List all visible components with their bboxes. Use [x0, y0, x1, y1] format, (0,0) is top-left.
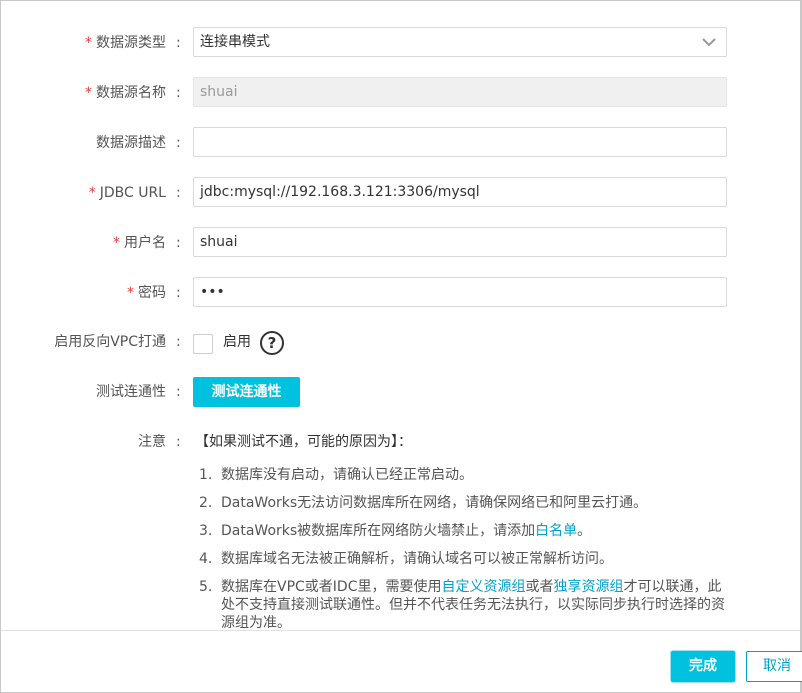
form-row-datasource-type: * 数据源类型 : 连接串模式	[0, 27, 802, 59]
note-item: 3. DataWorks被数据库所在网络防火墙禁止，请添加白名单。	[199, 523, 592, 539]
datasource-desc-input[interactable]	[193, 127, 727, 157]
password-label: * 密码	[127, 285, 166, 301]
required-mark: *	[127, 285, 134, 301]
colon: :	[176, 334, 181, 350]
form-row-datasource-name: * 数据源名称 : shuai	[0, 77, 802, 109]
colon: :	[176, 384, 181, 400]
datasource-type-value: 连接串模式	[200, 34, 270, 50]
required-mark: *	[85, 35, 92, 51]
notes-list: 1. 数据库没有启动，请确认已经正常启动。 2. DataWorks无法访问数据库所…	[199, 466, 729, 642]
datasource-name-label: * 数据源名称	[85, 85, 166, 101]
question-circle-icon[interactable]: ?	[260, 331, 284, 355]
colon: :	[176, 135, 181, 151]
password-input[interactable]: •••	[193, 277, 727, 307]
form-row-username: * 用户名 : shuai	[0, 227, 802, 259]
colon: :	[176, 35, 181, 51]
exclusive-resource-group-link[interactable]: 独享资源组	[553, 579, 623, 595]
colon: :	[176, 285, 181, 301]
custom-resource-group-link[interactable]: 自定义资源组	[441, 579, 525, 595]
test-connectivity-label: 测试连通性	[96, 384, 166, 400]
reverse-vpc-checkbox-label[interactable]: 启用	[223, 326, 251, 358]
form-row-reverse-vpc: 启用反向VPC打通 : 启用 ?	[0, 326, 802, 358]
chevron-down-icon	[702, 38, 716, 47]
colon: :	[176, 434, 181, 450]
form-row-jdbc-url: * JDBC URL : jdbc:mysql://192.168.3.121:3…	[0, 177, 802, 209]
finish-button[interactable]: 完成	[671, 651, 735, 682]
note-item: 5. 数据库在VPC或者IDC里，需要使用自定义资源组或者独享资源组才可以联通，此…	[199, 579, 725, 631]
required-mark: *	[113, 235, 120, 251]
form-row-password: * 密码 : •••	[0, 277, 802, 309]
notes-label: 注意	[138, 434, 166, 450]
reverse-vpc-checkbox[interactable]	[193, 334, 213, 354]
form-row-test-connectivity: 测试连通性 : 测试连通性	[0, 376, 802, 408]
notes-heading: 【如果测试不通，可能的原因为】：	[195, 434, 412, 450]
cancel-button[interactable]: 取消	[746, 651, 802, 682]
datasource-type-select[interactable]: 连接串模式	[193, 27, 727, 57]
username-input[interactable]: shuai	[193, 227, 727, 257]
jdbc-url-label: * JDBC URL	[88, 185, 166, 201]
jdbc-url-input[interactable]: jdbc:mysql://192.168.3.121:3306/mysql	[193, 177, 727, 207]
dialog-footer: 完成 取消	[1, 630, 802, 692]
note-item: 4. 数据库域名无法被正确解析，请确认域名可以被正常解析访问。	[199, 551, 613, 567]
colon: :	[176, 85, 181, 101]
note-item: 1. 数据库没有启动，请确认已经正常启动。	[199, 467, 473, 483]
reverse-vpc-label: 启用反向VPC打通	[54, 334, 166, 350]
colon: :	[176, 235, 181, 251]
test-connectivity-button[interactable]: 测试连通性	[193, 377, 300, 407]
colon: :	[176, 185, 181, 201]
note-item: 2. DataWorks无法访问数据库所在网络，请确保网络已和阿里云打通。	[199, 495, 648, 511]
datasource-desc-label: 数据源描述	[96, 135, 166, 151]
datasource-name-input: shuai	[193, 77, 727, 107]
whitelist-link[interactable]: 白名单	[535, 523, 577, 539]
required-mark: *	[85, 85, 92, 101]
datasource-type-label: * 数据源类型	[85, 35, 166, 51]
form-row-datasource-desc: 数据源描述 :	[0, 127, 802, 159]
username-label: * 用户名	[113, 235, 166, 251]
required-mark: *	[88, 185, 96, 201]
